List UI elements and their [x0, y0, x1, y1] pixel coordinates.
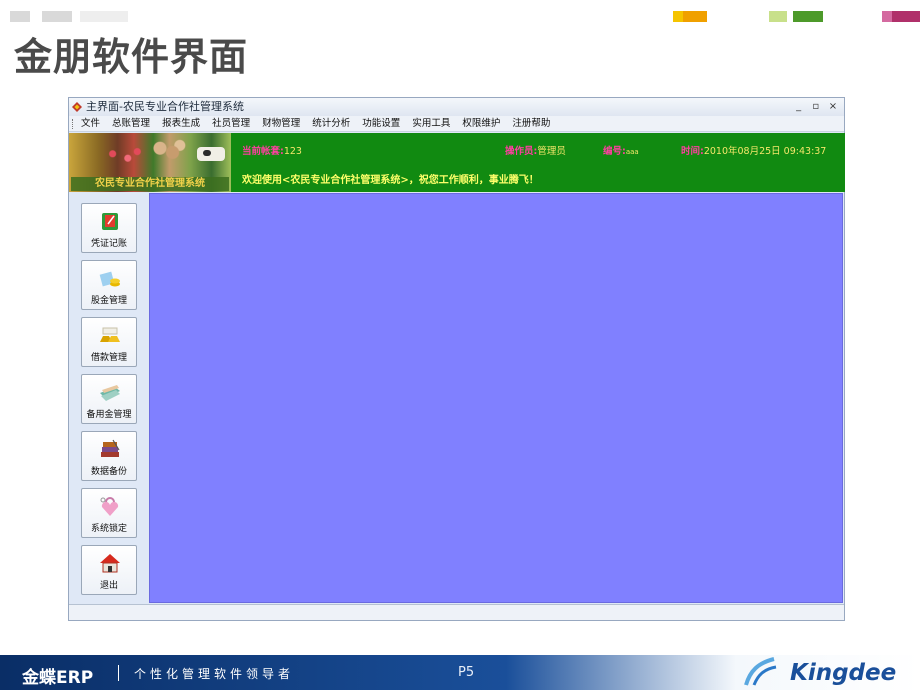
app-diamond-icon: [72, 102, 82, 112]
slide-footer: 金蝶ERP 个性化管理软件领导者 P5 Kingdee: [0, 655, 920, 690]
deco-strip-orange: [683, 11, 707, 22]
slide-title: 金朋软件界面: [14, 35, 249, 79]
cow-graphic: [197, 147, 225, 161]
menu-bar: 文件 总账管理 报表生成 社员管理 财物管理 统计分析 功能设置 实用工具 权限…: [69, 116, 844, 132]
banner-photo: 农民专业合作社管理系统: [69, 133, 231, 192]
menu-register-help[interactable]: 注册帮助: [512, 116, 550, 132]
close-button[interactable]: ×: [826, 98, 840, 116]
operator-label: 操作员:: [505, 146, 538, 157]
minimize-button[interactable]: _: [792, 98, 806, 116]
menu-tools[interactable]: 实用工具: [412, 116, 450, 132]
code-value: aaa: [625, 148, 639, 156]
code-label: 编号:: [603, 146, 626, 157]
operator-value: 管理员: [537, 146, 566, 157]
header-banner: 农民专业合作社管理系统 当前帐套:123 操作员:管理员 编号:aaa 时间:2…: [69, 133, 845, 192]
account-value: 123: [283, 146, 302, 157]
sidebar: 凭证记账 股金管理 借款管理 备用金管理 数据备份 系统锁定 退出: [69, 193, 148, 603]
app-window: 主界面-农民专业合作社管理系统 _ ▫ × 文件 总账管理 报表生成 社员管理 …: [68, 97, 845, 621]
footer-slogan: 个性化管理软件领导者: [134, 667, 295, 681]
sidebar-item-label: 数据备份: [90, 467, 127, 477]
deco-strip-yellow: [673, 11, 683, 22]
menu-permissions[interactable]: 权限维护: [462, 116, 500, 132]
voucher-book-icon: [102, 213, 118, 230]
sidebar-item-label: 备用金管理: [86, 410, 132, 420]
deco-strip-gray-1: [10, 11, 30, 22]
toolbar-grip-icon[interactable]: [72, 119, 74, 129]
menu-general-ledger[interactable]: 总账管理: [112, 116, 150, 132]
sidebar-item-label: 借款管理: [90, 353, 127, 363]
menu-settings[interactable]: 功能设置: [362, 116, 400, 132]
menu-property-management[interactable]: 财物管理: [262, 116, 300, 132]
footer-divider: [118, 665, 119, 681]
footer-brand: 金蝶ERP: [22, 668, 94, 688]
menu-file[interactable]: 文件: [81, 116, 100, 132]
flowers-graphic: [105, 145, 143, 167]
stacked-books-icon: [101, 439, 120, 457]
menu-statistics[interactable]: 统计分析: [312, 116, 350, 132]
deco-strip-lightgreen: [769, 11, 787, 22]
sidebar-item-petty-cash[interactable]: 备用金管理: [81, 374, 137, 424]
banknotes-icon: [100, 385, 120, 401]
time-info: 时间:2010年08月25日 09:43:37: [681, 143, 826, 157]
kingdee-logo-text: Kingdee: [790, 660, 897, 686]
account-label: 当前帐套:: [242, 146, 284, 157]
account-info: 当前帐套:123: [242, 143, 302, 157]
shares-calculator-icon: [99, 271, 120, 287]
sidebar-item-backup[interactable]: 数据备份: [81, 431, 137, 481]
deco-strip-pink: [882, 11, 892, 22]
deco-strip-green: [793, 11, 823, 22]
kingdee-logo-icon: [744, 657, 777, 686]
code-info: 编号:aaa: [603, 143, 639, 157]
sidebar-item-exit[interactable]: 退出: [81, 545, 137, 595]
operator-info: 操作员:管理员: [505, 143, 566, 157]
sidebar-item-loans[interactable]: 借款管理: [81, 317, 137, 367]
window-titlebar[interactable]: 主界面-农民专业合作社管理系统 _ ▫ ×: [69, 98, 844, 116]
menu-member-management[interactable]: 社员管理: [212, 116, 250, 132]
menu-report-generation[interactable]: 报表生成: [162, 116, 200, 132]
time-value: 2010年08月25日 09:43:37: [703, 146, 827, 157]
padlock-keys-icon: [100, 497, 119, 516]
deco-strip-magenta: [892, 11, 920, 22]
window-title: 主界面-农民专业合作社管理系统: [86, 100, 244, 113]
house-exit-icon: [100, 554, 120, 573]
restore-button[interactable]: ▫: [809, 98, 823, 116]
banner-caption: 农民专业合作社管理系统: [71, 177, 229, 191]
sidebar-item-label: 退出: [99, 581, 118, 591]
page-number: P5: [458, 665, 475, 680]
window-controls: _ ▫ ×: [792, 98, 840, 116]
fruit-graphic: [151, 137, 187, 165]
sidebar-item-label: 系统锁定: [90, 524, 127, 534]
sidebar-item-shares[interactable]: 股金管理: [81, 260, 137, 310]
sidebar-item-label: 凭证记账: [90, 239, 127, 249]
workspace-area[interactable]: [149, 193, 843, 603]
gold-bars-icon: [100, 327, 120, 342]
deco-strip-gray-2: [42, 11, 72, 22]
deco-strip-gray-3: [80, 11, 128, 22]
status-bar: [69, 604, 844, 620]
welcome-message: 欢迎使用<农民专业合作社管理系统>，祝您工作顺利，事业腾飞！: [242, 175, 539, 186]
sidebar-item-label: 股金管理: [90, 296, 127, 306]
time-label: 时间:: [681, 146, 704, 157]
sidebar-item-voucher[interactable]: 凭证记账: [81, 203, 137, 253]
sidebar-item-lock[interactable]: 系统锁定: [81, 488, 137, 538]
